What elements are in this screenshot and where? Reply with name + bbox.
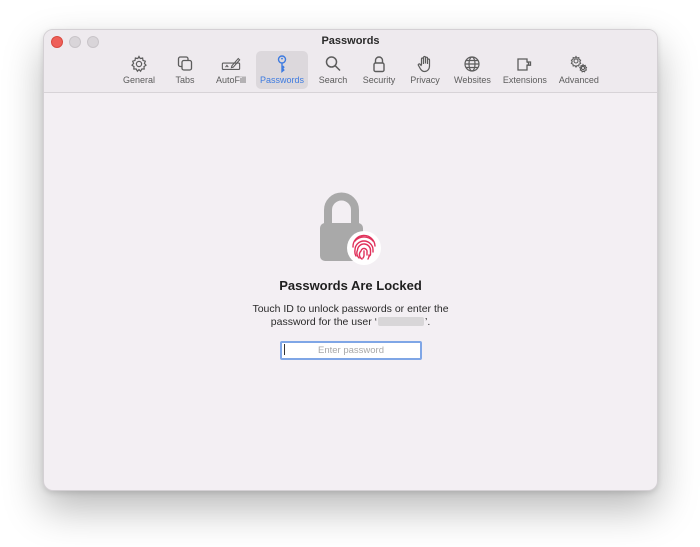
tab-tabs[interactable]: Tabs — [164, 51, 206, 89]
description-line-2: password for the user ‘ ’. — [44, 316, 657, 329]
magnifier-icon — [325, 56, 341, 72]
tab-security[interactable]: Security — [358, 51, 400, 89]
preferences-window: Passwords General Tabs AutoFill Password… — [43, 29, 658, 491]
tab-general[interactable]: General — [118, 51, 160, 89]
key-icon — [277, 55, 287, 73]
tab-autofill-label: AutoFill — [215, 75, 246, 85]
description-line-2-suffix: ’. — [424, 316, 431, 328]
autofill-icon — [221, 57, 241, 70]
tab-autofill[interactable]: AutoFill — [210, 51, 252, 89]
hand-icon — [417, 55, 431, 73]
title-bar: Passwords General Tabs AutoFill Password… — [44, 30, 657, 93]
tab-tabs-label: Tabs — [175, 75, 195, 85]
locked-description: Touch ID to unlock passwords or enter th… — [44, 303, 657, 329]
preferences-toolbar: General Tabs AutoFill Passwords Search S… — [116, 51, 605, 89]
tabs-icon — [177, 56, 193, 71]
tab-privacy-label: Privacy — [410, 75, 440, 85]
text-cursor — [284, 344, 285, 355]
tab-privacy[interactable]: Privacy — [404, 51, 446, 89]
tab-search-label: Search — [318, 75, 348, 85]
gears-icon — [570, 55, 588, 73]
locked-heading: Passwords Are Locked — [279, 278, 422, 293]
tab-passwords[interactable]: Passwords — [256, 51, 309, 89]
lock-icon — [373, 56, 385, 73]
description-line-1: Touch ID to unlock passwords or enter th… — [252, 303, 449, 315]
fingerprint-icon — [347, 231, 381, 265]
redacted-username — [377, 317, 424, 326]
password-input[interactable] — [280, 341, 422, 360]
tab-advanced[interactable]: Advanced — [555, 51, 603, 89]
tab-general-label: General — [122, 75, 156, 85]
tab-security-label: Security — [362, 75, 396, 85]
gear-icon — [131, 55, 147, 73]
locked-illustration — [317, 192, 387, 272]
tab-websites[interactable]: Websites — [450, 51, 495, 89]
tab-advanced-label: Advanced — [558, 75, 599, 85]
window-title: Passwords — [321, 35, 380, 47]
description-line-2-prefix: password for the user ‘ — [270, 316, 377, 328]
tab-search[interactable]: Search — [312, 51, 354, 89]
globe-icon — [464, 56, 481, 72]
puzzle-icon — [517, 58, 532, 71]
passwords-pane: Passwords Are Locked Touch ID to unlock … — [44, 93, 657, 490]
tab-websites-label: Websites — [454, 75, 491, 85]
tab-extensions-label: Extensions — [502, 75, 547, 85]
tab-passwords-label: Passwords — [260, 75, 305, 85]
tab-extensions[interactable]: Extensions — [499, 51, 551, 89]
